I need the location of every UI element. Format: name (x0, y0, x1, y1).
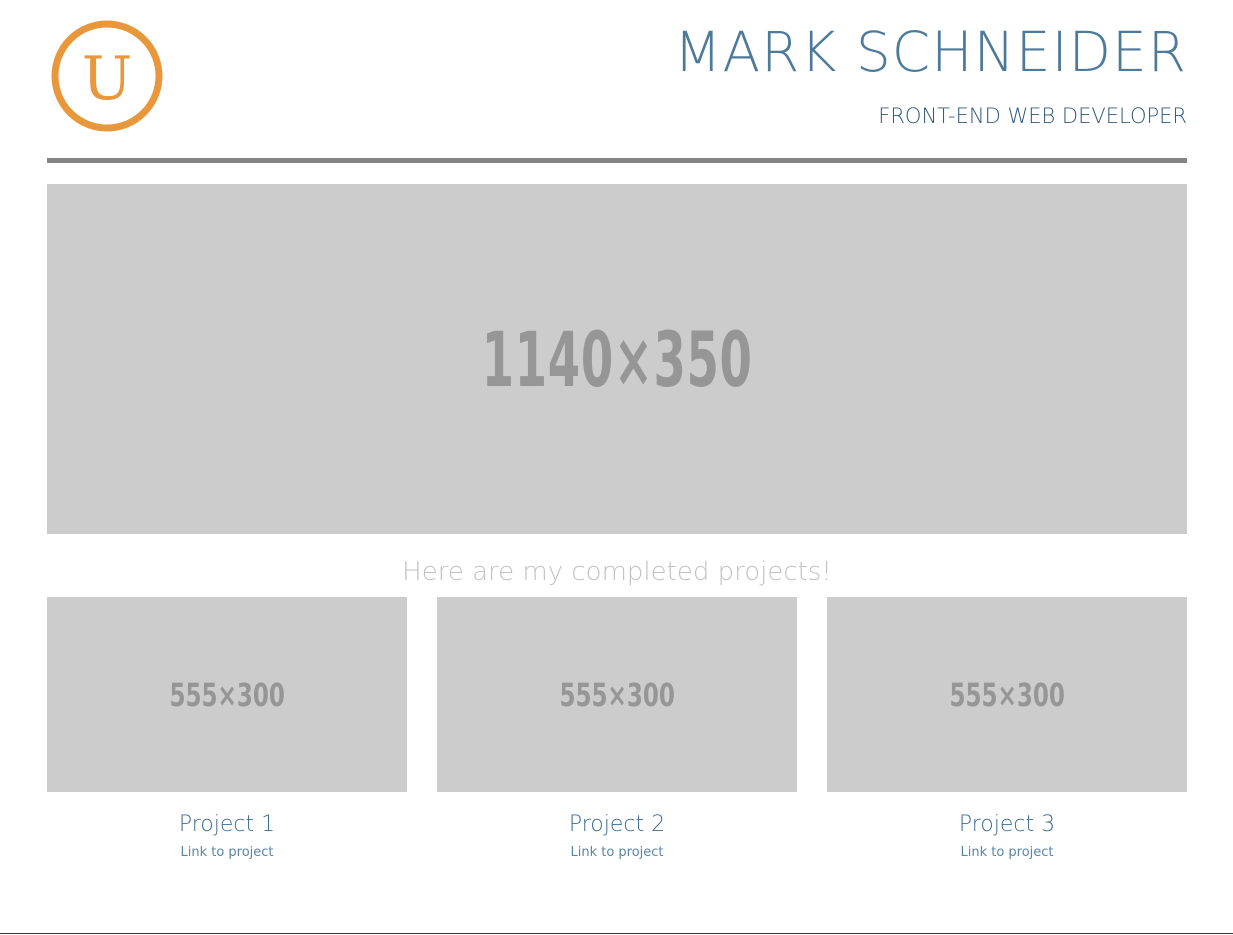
project-thumbnail[interactable]: 555×300 (437, 597, 797, 792)
site-role: FRONT-END WEB DEVELOPER (878, 104, 1187, 128)
project-title: Project 3 (958, 812, 1056, 837)
hero-image: 1140×350 (47, 184, 1187, 534)
project-thumbnail[interactable]: 555×300 (827, 597, 1187, 792)
project-title: Project 2 (568, 812, 666, 837)
hero-placeholder-label: 1140×350 (481, 314, 753, 404)
footer-divider (0, 933, 1233, 934)
project-link[interactable]: Link to project (47, 843, 407, 863)
logo[interactable]: U (50, 19, 164, 133)
projects-heading: Here are my completed projects! (402, 557, 832, 587)
site-name: MARK SCHNEIDER (674, 20, 1187, 84)
thumbnail-placeholder-label: 555×300 (949, 675, 1065, 714)
project-title: Project 1 (178, 812, 276, 837)
thumbnail-placeholder-label: 555×300 (559, 675, 675, 714)
thumbnail-placeholder-label: 555×300 (169, 675, 285, 714)
project-card: 555×300 Project 1 Link to project (47, 597, 407, 863)
header-divider (47, 158, 1187, 163)
project-card: 555×300 Project 2 Link to project (437, 597, 797, 863)
project-link[interactable]: Link to project (827, 843, 1187, 863)
logo-letter: U (82, 44, 133, 114)
project-card: 555×300 Project 3 Link to project (827, 597, 1187, 863)
project-link[interactable]: Link to project (437, 843, 797, 863)
project-thumbnail[interactable]: 555×300 (47, 597, 407, 792)
logo-mark: U (51, 20, 163, 132)
